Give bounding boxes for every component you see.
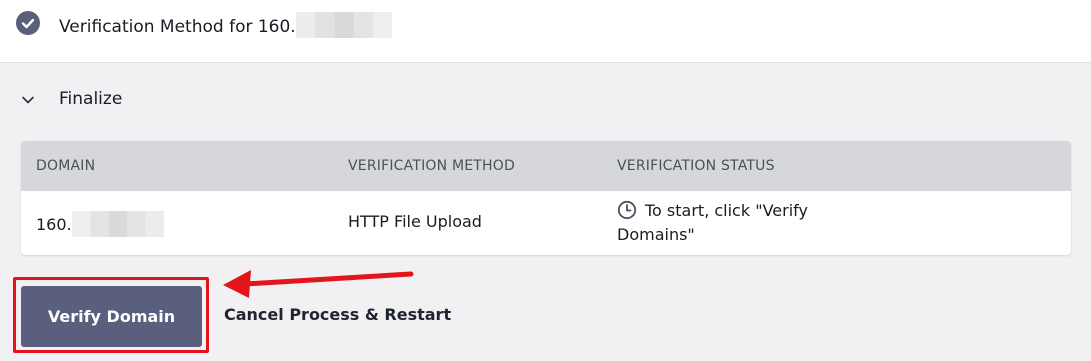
verify-domain-button[interactable]: Verify Domain — [21, 286, 202, 347]
method-cell: HTTP File Upload — [348, 212, 482, 231]
clock-icon — [617, 200, 637, 220]
chevron-down-icon[interactable] — [20, 92, 36, 108]
column-header-method: VERIFICATION METHOD — [348, 158, 515, 174]
arrow-annotation — [223, 270, 414, 298]
step-header: Verification Method for 160. — [0, 0, 1091, 63]
redacted-domain — [71, 211, 164, 237]
status-text: To start, click "Verify Domains" — [617, 201, 808, 244]
verification-table: DOMAIN VERIFICATION METHOD VERIFICATION … — [21, 141, 1071, 255]
redacted-ip — [295, 12, 392, 38]
finalize-section-title[interactable]: Finalize — [59, 88, 122, 110]
step-title: Verification Method for 160. — [59, 12, 392, 38]
column-header-status: VERIFICATION STATUS — [617, 158, 775, 174]
check-circle-icon — [16, 11, 40, 35]
table-header: DOMAIN VERIFICATION METHOD VERIFICATION … — [21, 141, 1071, 191]
domain-prefix: 160. — [36, 215, 72, 234]
domain-cell: 160. — [36, 211, 164, 237]
cancel-restart-link[interactable]: Cancel Process & Restart — [224, 305, 451, 324]
status-cell: To start, click "Verify Domains" — [617, 199, 837, 247]
column-header-domain: DOMAIN — [36, 158, 96, 174]
step-title-text: Verification Method for 160. — [59, 17, 296, 37]
